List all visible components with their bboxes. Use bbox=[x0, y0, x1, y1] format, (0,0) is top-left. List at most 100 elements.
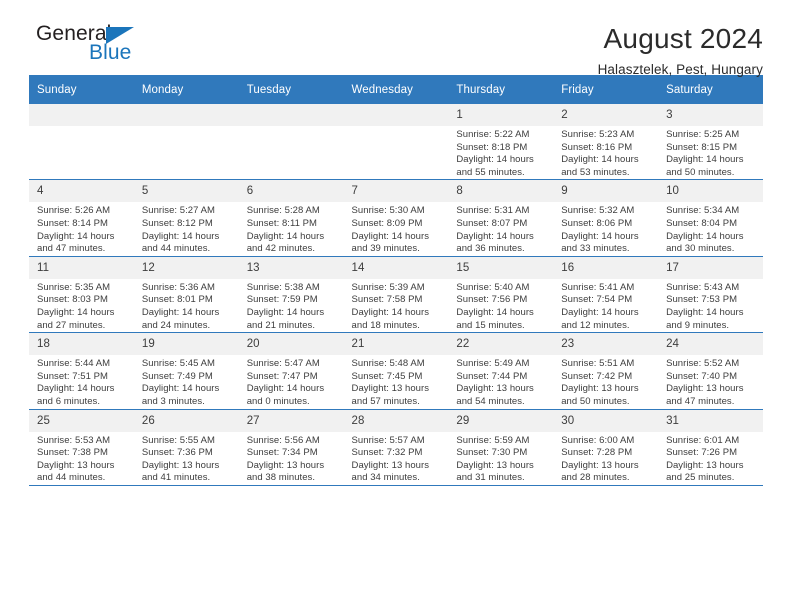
sunset-text: Sunset: 7:28 PM bbox=[561, 447, 633, 459]
day-details: Sunrise: 5:44 AM Sunset: 7:51 PM Daylight:… bbox=[29, 355, 134, 408]
calendar-day-cell[interactable]: 13 Sunrise: 5:38 AM Sunset: 7:59 PM Dayligh… bbox=[238, 256, 344, 334]
calendar-day-cell[interactable]: 30 Sunrise: 6:00 AM Sunset: 7:28 PM Dayligh… bbox=[553, 409, 659, 486]
calendar-week-row: 4 Sunrise: 5:26 AM Sunset: 8:14 PM Daylight… bbox=[29, 179, 763, 257]
calendar-day-cell[interactable]: 5 Sunrise: 5:27 AM Sunset: 8:12 PM Daylight… bbox=[133, 179, 239, 257]
generalblue-logo: General Blue bbox=[29, 22, 159, 68]
calendar-day-cell[interactable]: 9 Sunrise: 5:32 AM Sunset: 8:06 PM Daylight… bbox=[553, 179, 659, 257]
day-number: 18 bbox=[29, 333, 134, 356]
calendar-day-cell[interactable]: 19 Sunrise: 5:45 AM Sunset: 7:49 PM Dayligh… bbox=[133, 332, 239, 410]
calendar-day-cell[interactable]: 4 Sunrise: 5:26 AM Sunset: 8:14 PM Daylight… bbox=[29, 179, 134, 257]
sunrise-text: Sunrise: 5:34 AM bbox=[666, 205, 740, 217]
day-number: 26 bbox=[133, 409, 239, 432]
calendar-day-cell-empty bbox=[238, 104, 344, 181]
day-number: 29 bbox=[448, 409, 554, 432]
calendar-day-cell[interactable]: 1 Sunrise: 5:22 AM Sunset: 8:18 PM Daylight… bbox=[448, 104, 554, 181]
day-details: Sunrise: 5:56 AM Sunset: 7:34 PM Daylight:… bbox=[239, 432, 344, 485]
calendar-day-cell[interactable]: 3 Sunrise: 5:25 AM Sunset: 8:15 PM Daylight… bbox=[658, 104, 763, 181]
calendar-day-cell[interactable]: 29 Sunrise: 5:59 AM Sunset: 7:30 PM Dayligh… bbox=[448, 409, 554, 486]
calendar-day-cell[interactable]: 16 Sunrise: 5:41 AM Sunset: 7:54 PM Dayligh… bbox=[553, 256, 659, 334]
day-number bbox=[29, 104, 134, 126]
calendar-day-cell[interactable]: 17 Sunrise: 5:43 AM Sunset: 7:53 PM Dayligh… bbox=[658, 256, 763, 334]
calendar-day-cell[interactable]: 28 Sunrise: 5:57 AM Sunset: 7:32 PM Dayligh… bbox=[343, 409, 449, 486]
daylight-text-line1: Daylight: 14 hours bbox=[246, 230, 325, 242]
sunrise-text: Sunrise: 5:59 AM bbox=[456, 434, 530, 446]
sunset-text: Sunset: 8:01 PM bbox=[141, 294, 213, 306]
calendar-day-cell[interactable]: 22 Sunrise: 5:49 AM Sunset: 7:44 PM Dayligh… bbox=[448, 332, 554, 410]
day-details: Sunrise: 5:51 AM Sunset: 7:42 PM Daylight:… bbox=[553, 355, 658, 408]
sunset-text: Sunset: 7:56 PM bbox=[456, 294, 528, 306]
day-number: 28 bbox=[343, 409, 449, 432]
sunrise-text: Sunrise: 5:57 AM bbox=[351, 434, 425, 446]
sunrise-text: Sunrise: 5:35 AM bbox=[37, 281, 111, 293]
weekday-header-sunday: Sunday bbox=[29, 75, 134, 104]
weekday-header-thursday: Thursday bbox=[448, 75, 554, 104]
sunrise-text: Sunrise: 5:55 AM bbox=[141, 434, 215, 446]
calendar-day-cell[interactable]: 20 Sunrise: 5:47 AM Sunset: 7:47 PM Dayligh… bbox=[238, 332, 344, 410]
sunset-text: Sunset: 8:12 PM bbox=[141, 217, 213, 229]
daylight-text-line1: Daylight: 14 hours bbox=[246, 306, 325, 318]
daylight-text-line2: and 41 minutes. bbox=[141, 472, 211, 484]
daylight-text-line1: Daylight: 13 hours bbox=[141, 459, 220, 471]
day-details: Sunrise: 5:39 AM Sunset: 7:58 PM Daylight:… bbox=[344, 279, 449, 332]
daylight-text-line2: and 27 minutes. bbox=[37, 319, 106, 331]
day-details: Sunrise: 5:35 AM Sunset: 8:03 PM Daylight:… bbox=[29, 279, 134, 332]
day-details: Sunrise: 5:38 AM Sunset: 7:59 PM Daylight:… bbox=[239, 279, 344, 332]
sunrise-text: Sunrise: 5:25 AM bbox=[666, 129, 740, 140]
sunrise-text: Sunrise: 5:48 AM bbox=[351, 358, 425, 370]
sunrise-text: Sunrise: 5:32 AM bbox=[561, 205, 635, 217]
calendar-day-cell[interactable]: 18 Sunrise: 5:44 AM Sunset: 7:51 PM Dayligh… bbox=[29, 332, 134, 410]
daylight-text-line1: Daylight: 13 hours bbox=[561, 459, 639, 471]
calendar-day-cell[interactable]: 21 Sunrise: 5:48 AM Sunset: 7:45 PM Dayligh… bbox=[343, 332, 449, 410]
calendar-day-cell[interactable]: 31 Sunrise: 6:01 AM Sunset: 7:26 PM Dayligh… bbox=[658, 409, 763, 486]
daylight-text-line1: Daylight: 13 hours bbox=[351, 459, 430, 471]
day-details: Sunrise: 5:36 AM Sunset: 8:01 PM Daylight:… bbox=[134, 279, 239, 332]
daylight-text-line2: and 47 minutes. bbox=[37, 243, 106, 255]
daylight-text-line2: and 12 minutes. bbox=[561, 319, 630, 331]
day-number: 23 bbox=[553, 333, 659, 356]
daylight-text-line2: and 24 minutes. bbox=[141, 319, 211, 331]
daylight-text-line1: Daylight: 14 hours bbox=[37, 230, 115, 242]
calendar-day-cell[interactable]: 10 Sunrise: 5:34 AM Sunset: 8:04 PM Dayligh… bbox=[658, 179, 763, 257]
day-number: 15 bbox=[448, 256, 554, 279]
daylight-text-line2: and 25 minutes. bbox=[666, 472, 735, 484]
calendar-day-cell[interactable]: 7 Sunrise: 5:30 AM Sunset: 8:09 PM Daylight… bbox=[343, 179, 449, 257]
calendar-day-cell[interactable]: 14 Sunrise: 5:39 AM Sunset: 7:58 PM Dayligh… bbox=[343, 256, 449, 334]
day-number: 25 bbox=[29, 409, 134, 432]
day-number: 1 bbox=[448, 104, 554, 126]
calendar-day-cell[interactable]: 25 Sunrise: 5:53 AM Sunset: 7:38 PM Dayligh… bbox=[29, 409, 134, 486]
day-number: 9 bbox=[553, 180, 659, 203]
calendar-day-cell[interactable]: 24 Sunrise: 5:52 AM Sunset: 7:40 PM Dayligh… bbox=[658, 332, 763, 410]
daylight-text-line1: Daylight: 14 hours bbox=[456, 230, 534, 242]
sunrise-text: Sunrise: 5:36 AM bbox=[141, 281, 215, 293]
sunrise-text: Sunrise: 5:27 AM bbox=[141, 205, 215, 217]
day-number: 27 bbox=[238, 409, 344, 432]
sunset-text: Sunset: 7:51 PM bbox=[37, 370, 108, 382]
sunrise-text: Sunrise: 5:22 AM bbox=[456, 129, 530, 140]
day-number bbox=[238, 104, 344, 126]
daylight-text-line2: and 39 minutes. bbox=[351, 243, 420, 255]
calendar-day-cell[interactable]: 6 Sunrise: 5:28 AM Sunset: 8:11 PM Daylight… bbox=[238, 179, 344, 257]
calendar-day-cell[interactable]: 26 Sunrise: 5:55 AM Sunset: 7:36 PM Dayligh… bbox=[133, 409, 239, 486]
day-details: Sunrise: 5:55 AM Sunset: 7:36 PM Daylight:… bbox=[134, 432, 239, 485]
day-number: 30 bbox=[553, 409, 659, 432]
daylight-text-line2: and 44 minutes. bbox=[141, 243, 211, 255]
daylight-text-line2: and 57 minutes. bbox=[351, 395, 420, 407]
day-number: 19 bbox=[133, 333, 239, 356]
calendar-day-cell[interactable]: 8 Sunrise: 5:31 AM Sunset: 8:07 PM Daylight… bbox=[448, 179, 554, 257]
sunrise-text: Sunrise: 5:56 AM bbox=[246, 434, 320, 446]
calendar-day-cell[interactable]: 12 Sunrise: 5:36 AM Sunset: 8:01 PM Dayligh… bbox=[133, 256, 239, 334]
sunrise-text: Sunrise: 5:28 AM bbox=[246, 205, 320, 217]
sunrise-text: Sunrise: 5:23 AM bbox=[561, 129, 635, 140]
daylight-text-line2: and 31 minutes. bbox=[456, 472, 525, 484]
calendar-day-cell[interactable]: 2 Sunrise: 5:23 AM Sunset: 8:16 PM Daylight… bbox=[553, 104, 659, 181]
calendar-day-cell[interactable]: 27 Sunrise: 5:56 AM Sunset: 7:34 PM Dayligh… bbox=[238, 409, 344, 486]
calendar-day-cell[interactable]: 15 Sunrise: 5:40 AM Sunset: 7:56 PM Dayligh… bbox=[448, 256, 554, 334]
day-details: Sunrise: 5:28 AM Sunset: 8:11 PM Daylight:… bbox=[239, 202, 344, 255]
sunset-text: Sunset: 8:15 PM bbox=[666, 141, 738, 153]
calendar-day-cell[interactable]: 23 Sunrise: 5:51 AM Sunset: 7:42 PM Dayligh… bbox=[553, 332, 659, 410]
page-subtitle: Halasztelek, Pest, Hungary bbox=[597, 62, 763, 77]
calendar-day-cell[interactable]: 11 Sunrise: 5:35 AM Sunset: 8:03 PM Dayligh… bbox=[29, 256, 134, 334]
day-details: Sunrise: 5:26 AM Sunset: 8:14 PM Daylight:… bbox=[29, 202, 134, 255]
daylight-text-line2: and 47 minutes. bbox=[666, 395, 735, 407]
sunrise-text: Sunrise: 5:31 AM bbox=[456, 205, 530, 217]
